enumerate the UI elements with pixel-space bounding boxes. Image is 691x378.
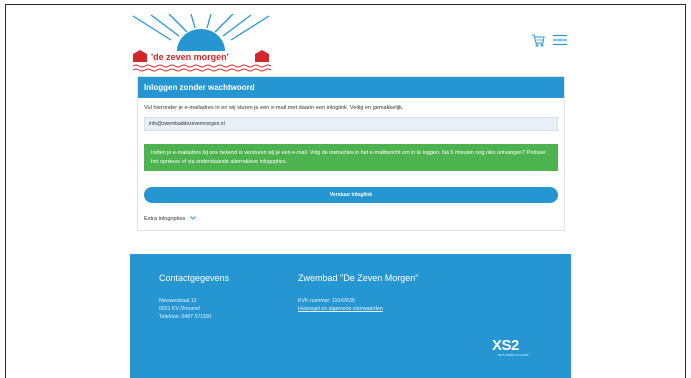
xs2-logo-text: XS2 [492,337,519,354]
logo-wordmark: 'de zeven morgen' [151,52,229,62]
success-alert: Indien je e-mailadres bij ons bekend is … [144,144,558,171]
site-logo[interactable]: 'de zeven morgen' [131,13,272,78]
intro-text: Vul hieronder je e-mailadres in en wij s… [144,105,404,111]
login-card: Inloggen zonder wachtwoord Vul hieronder… [137,76,565,231]
xs2-partner-logo[interactable]: XS2 KEYS WHERE YOU ENTER [492,338,542,368]
phone-line: Telefoon: 0487 571591 [159,313,212,320]
cart-icon[interactable] [530,32,546,48]
email-field[interactable]: info@zwembaddezevenmorgen.nl [144,117,558,131]
extra-login-options-toggle[interactable]: Extra inlogopties [144,216,197,222]
contact-section: Contactgegevens Nieuwestraat 12 6621 KV … [159,273,229,321]
postal-line: 6621 KV Dreumel [159,305,200,312]
contact-title: Contactgegevens [159,273,230,283]
extra-options-label: Extra inlogopties [144,216,186,222]
site-footer: Contactgegevens Nieuwestraat 12 6621 KV … [130,254,571,378]
address-line: Nieuwestraat 12 [159,298,197,304]
send-login-link-button[interactable]: Verstuur inloglink [144,187,558,203]
sun-rays-logo-graphic [132,13,272,72]
chevron-down-icon [190,216,197,222]
card-title: Inloggen zonder wachtwoord [138,77,564,98]
header-actions [530,32,568,48]
kvk-number: KVK-nummer: 11042635 [298,298,355,304]
organization-title: Zwembad "De Zeven Morgen" [298,273,419,283]
menu-icon[interactable] [552,32,568,48]
terms-link[interactable]: Huisregel en algemene voorwaarden [298,306,418,314]
organization-section: Zwembad "De Zeven Morgen" KVK-nummer: 11… [298,273,418,314]
xs2-tagline: KEYS WHERE YOU ENTER [498,354,529,357]
